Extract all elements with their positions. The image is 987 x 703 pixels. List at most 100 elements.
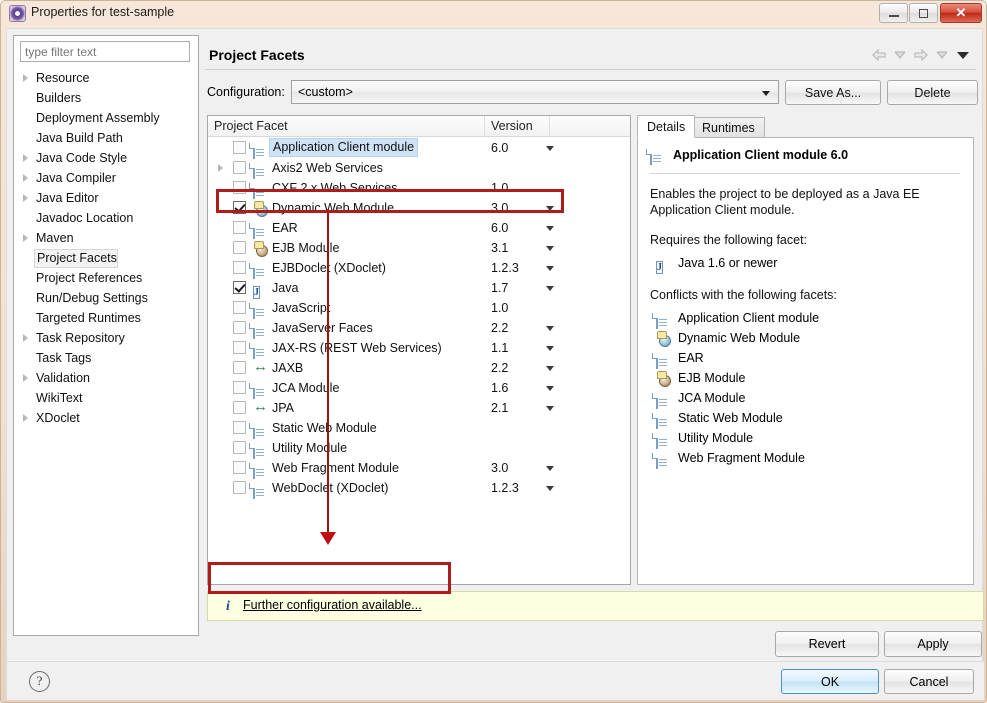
table-row[interactable]: Web Fragment Module 3.0	[208, 458, 630, 479]
sidebar-item-task-tags[interactable]: Task Tags	[14, 348, 198, 368]
filter-input[interactable]	[20, 41, 190, 62]
facet-checkbox[interactable]	[233, 321, 246, 334]
chevron-right-icon[interactable]	[23, 374, 28, 382]
sidebar-item-resource[interactable]: Resource	[14, 68, 198, 88]
details-panel: Details Runtimes Application Client modu…	[637, 115, 974, 585]
version-dropdown-icon[interactable]	[546, 406, 554, 411]
sidebar-item-xdoclet[interactable]: XDoclet	[14, 408, 198, 428]
sidebar-item-project-facets[interactable]: Project Facets	[14, 248, 198, 268]
version-dropdown-icon[interactable]	[546, 366, 554, 371]
facet-checkbox[interactable]	[233, 441, 246, 454]
sidebar-item-java-build-path[interactable]: Java Build Path	[14, 128, 198, 148]
facet-checkbox[interactable]	[233, 201, 246, 214]
facet-checkbox[interactable]	[233, 401, 246, 414]
table-row[interactable]: Utility Module	[208, 438, 630, 459]
version-dropdown-icon[interactable]	[546, 386, 554, 391]
table-row[interactable]: EAR 6.0	[208, 218, 630, 239]
facet-checkbox[interactable]	[233, 461, 246, 474]
table-row[interactable]: JAX-RS (REST Web Services) 1.1	[208, 338, 630, 359]
version-dropdown-icon[interactable]	[546, 246, 554, 251]
column-header-project-facet[interactable]: Project Facet	[208, 116, 485, 137]
table-row[interactable]: JavaServer Faces 2.2	[208, 318, 630, 339]
facet-checkbox[interactable]	[233, 241, 246, 254]
table-row[interactable]: WebDoclet (XDoclet) 1.2.3	[208, 478, 630, 499]
sidebar-item-javadoc-location[interactable]: Javadoc Location	[14, 208, 198, 228]
minimize-button[interactable]	[879, 3, 908, 23]
table-row[interactable]: JPA 2.1	[208, 398, 630, 418]
sidebar-item-maven[interactable]: Maven	[14, 228, 198, 248]
version-dropdown-icon[interactable]	[546, 226, 554, 231]
sidebar-item-label: Validation	[36, 371, 90, 385]
tab-runtimes[interactable]: Runtimes	[692, 117, 765, 138]
close-button[interactable]: ✕	[940, 3, 982, 23]
chevron-right-icon[interactable]	[23, 234, 28, 242]
tab-details[interactable]: Details	[637, 115, 696, 138]
sidebar-item-validation[interactable]: Validation	[14, 368, 198, 388]
facet-checkbox[interactable]	[233, 361, 246, 374]
back-icon[interactable]	[870, 46, 888, 64]
version-dropdown-icon[interactable]	[546, 326, 554, 331]
version-dropdown-icon[interactable]	[546, 466, 554, 471]
chevron-right-icon[interactable]	[23, 174, 28, 182]
version-dropdown-icon[interactable]	[546, 486, 554, 491]
version-dropdown-icon[interactable]	[546, 206, 554, 211]
back-dropdown-icon[interactable]	[891, 46, 909, 64]
sidebar-item-run-debug-settings[interactable]: Run/Debug Settings	[14, 288, 198, 308]
facet-checkbox[interactable]	[233, 381, 246, 394]
sidebar-item-targeted-runtimes[interactable]: Targeted Runtimes	[14, 308, 198, 328]
version-dropdown-icon[interactable]	[546, 146, 554, 151]
table-row[interactable]: EJB Module 3.1	[208, 238, 630, 258]
delete-button[interactable]: Delete	[887, 80, 978, 105]
table-row[interactable]: Dynamic Web Module 3.0	[208, 198, 630, 218]
facet-checkbox[interactable]	[233, 141, 246, 154]
save-as-button[interactable]: Save As...	[785, 80, 881, 105]
chevron-right-icon[interactable]	[23, 194, 28, 202]
version-dropdown-icon[interactable]	[546, 286, 554, 291]
version-dropdown-icon[interactable]	[546, 266, 554, 271]
chevron-right-icon[interactable]	[23, 154, 28, 162]
cancel-button[interactable]: Cancel	[884, 669, 974, 694]
forward-icon[interactable]	[912, 46, 930, 64]
further-configuration-link[interactable]: Further configuration available...	[243, 598, 422, 612]
forward-dropdown-icon[interactable]	[933, 46, 951, 64]
sidebar-item-task-repository[interactable]: Task Repository	[14, 328, 198, 348]
table-row[interactable]: J Java 1.7	[208, 278, 630, 299]
facet-checkbox[interactable]	[233, 421, 246, 434]
facet-checkbox[interactable]	[233, 161, 246, 174]
facet-checkbox[interactable]	[233, 281, 246, 294]
sidebar-item-builders[interactable]: Builders	[14, 88, 198, 108]
table-row[interactable]: Static Web Module	[208, 418, 630, 439]
table-row[interactable]: Application Client module 6.0	[208, 138, 630, 159]
chevron-right-icon[interactable]	[23, 414, 28, 422]
column-header-version[interactable]: Version	[485, 116, 550, 137]
sidebar-item-java-editor[interactable]: Java Editor	[14, 188, 198, 208]
facet-checkbox[interactable]	[233, 341, 246, 354]
table-row[interactable]: JavaScript 1.0	[208, 298, 630, 319]
view-menu-icon[interactable]	[954, 46, 972, 64]
facet-checkbox[interactable]	[233, 301, 246, 314]
maximize-button[interactable]	[909, 3, 938, 23]
facet-checkbox[interactable]	[233, 261, 246, 274]
apply-button[interactable]: Apply	[884, 631, 982, 657]
revert-button[interactable]: Revert	[775, 631, 879, 657]
sidebar-item-java-code-style[interactable]: Java Code Style	[14, 148, 198, 168]
version-dropdown-icon[interactable]	[546, 346, 554, 351]
table-row[interactable]: JAXB 2.2	[208, 358, 630, 378]
facet-checkbox[interactable]	[233, 481, 246, 494]
table-row[interactable]: EJBDoclet (XDoclet) 1.2.3	[208, 258, 630, 279]
sidebar-item-deployment-assembly[interactable]: Deployment Assembly	[14, 108, 198, 128]
chevron-right-icon[interactable]	[23, 334, 28, 342]
facet-checkbox[interactable]	[233, 181, 246, 194]
chevron-right-icon[interactable]	[218, 164, 223, 172]
table-row[interactable]: JCA Module 1.6	[208, 378, 630, 399]
configuration-combo[interactable]: <custom>	[291, 80, 779, 104]
sidebar-item-project-references[interactable]: Project References	[14, 268, 198, 288]
table-row[interactable]: Axis2 Web Services	[208, 158, 630, 179]
facet-checkbox[interactable]	[233, 221, 246, 234]
table-row[interactable]: CXF 2.x Web Services 1.0	[208, 178, 630, 199]
chevron-right-icon[interactable]	[23, 74, 28, 82]
sidebar-item-wikitext[interactable]: WikiText	[14, 388, 198, 408]
help-icon[interactable]: ?	[29, 671, 50, 692]
sidebar-item-java-compiler[interactable]: Java Compiler	[14, 168, 198, 188]
ok-button[interactable]: OK	[781, 669, 879, 694]
